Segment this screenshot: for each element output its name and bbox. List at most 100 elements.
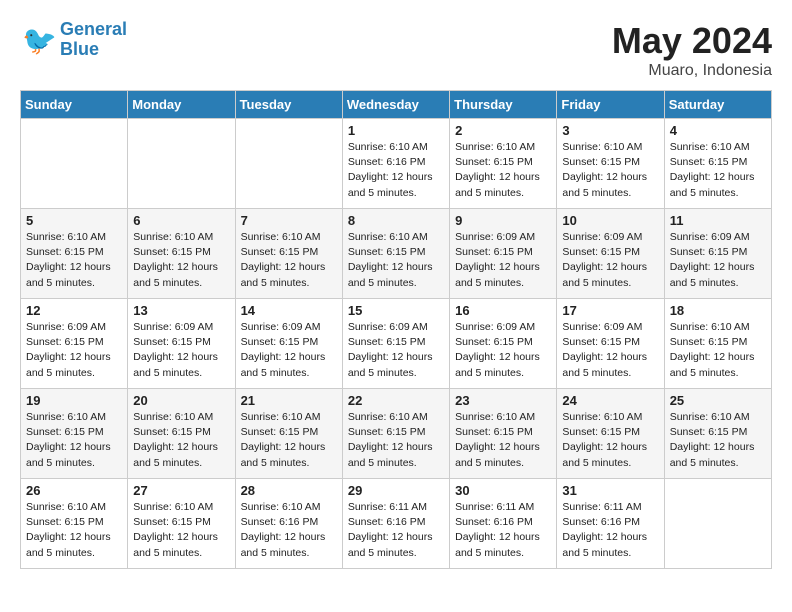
day-info: Sunrise: 6:10 AMSunset: 6:16 PMDaylight:… bbox=[348, 140, 444, 201]
logo-blue: Blue bbox=[60, 39, 99, 59]
day-info: Sunrise: 6:10 AMSunset: 6:15 PMDaylight:… bbox=[133, 230, 229, 291]
day-number: 26 bbox=[26, 483, 122, 498]
day-info: Sunrise: 6:10 AMSunset: 6:15 PMDaylight:… bbox=[670, 320, 766, 381]
day-number: 13 bbox=[133, 303, 229, 318]
calendar-cell bbox=[235, 119, 342, 209]
day-info: Sunrise: 6:11 AMSunset: 6:16 PMDaylight:… bbox=[348, 500, 444, 561]
day-info: Sunrise: 6:09 AMSunset: 6:15 PMDaylight:… bbox=[348, 320, 444, 381]
day-number: 7 bbox=[241, 213, 337, 228]
calendar-cell: 6 Sunrise: 6:10 AMSunset: 6:15 PMDaylight… bbox=[128, 209, 235, 299]
day-number: 1 bbox=[348, 123, 444, 138]
day-info: Sunrise: 6:09 AMSunset: 6:15 PMDaylight:… bbox=[455, 230, 551, 291]
calendar-cell: 22Sunrise: 6:10 AMSunset: 6:15 PMDayligh… bbox=[342, 389, 449, 479]
day-number: 15 bbox=[348, 303, 444, 318]
calendar-cell: 16 Sunrise: 6:09 AMSunset: 6:15 PMDayligh… bbox=[450, 299, 557, 389]
weekday-header-row: SundayMondayTuesdayWednesdayThursdayFrid… bbox=[21, 91, 772, 119]
calendar-week-row: 12 Sunrise: 6:09 AMSunset: 6:15 PMDayligh… bbox=[21, 299, 772, 389]
day-info: Sunrise: 6:10 AMSunset: 6:15 PMDaylight:… bbox=[670, 410, 766, 471]
day-info: Sunrise: 6:10 AMSunset: 6:16 PMDaylight:… bbox=[241, 500, 337, 561]
svg-text:🐦: 🐦 bbox=[22, 25, 56, 56]
day-number: 31 bbox=[562, 483, 658, 498]
day-info: Sunrise: 6:09 AMSunset: 6:15 PMDaylight:… bbox=[562, 320, 658, 381]
weekday-header-saturday: Saturday bbox=[664, 91, 771, 119]
month-title: May 2024 bbox=[612, 20, 772, 62]
day-info: Sunrise: 6:10 AMSunset: 6:15 PMDaylight:… bbox=[133, 410, 229, 471]
day-number: 30 bbox=[455, 483, 551, 498]
logo-text: General Blue bbox=[60, 20, 127, 60]
day-info: Sunrise: 6:10 AMSunset: 6:15 PMDaylight:… bbox=[348, 410, 444, 471]
calendar-cell: 2 Sunrise: 6:10 AMSunset: 6:15 PMDaylight… bbox=[450, 119, 557, 209]
day-number: 21 bbox=[241, 393, 337, 408]
day-info: Sunrise: 6:11 AMSunset: 6:16 PMDaylight:… bbox=[562, 500, 658, 561]
day-number: 12 bbox=[26, 303, 122, 318]
day-info: Sunrise: 6:09 AMSunset: 6:15 PMDaylight:… bbox=[455, 320, 551, 381]
day-number: 2 bbox=[455, 123, 551, 138]
day-info: Sunrise: 6:10 AMSunset: 6:15 PMDaylight:… bbox=[241, 410, 337, 471]
title-area: May 2024 Muaro, Indonesia bbox=[612, 20, 772, 80]
day-info: Sunrise: 6:10 AMSunset: 6:15 PMDaylight:… bbox=[562, 140, 658, 201]
day-number: 3 bbox=[562, 123, 658, 138]
calendar-week-row: 26 Sunrise: 6:10 AMSunset: 6:15 PMDayligh… bbox=[21, 479, 772, 569]
day-number: 11 bbox=[670, 213, 766, 228]
header: 🐦 General Blue May 2024 Muaro, Indonesia bbox=[20, 20, 772, 80]
day-number: 9 bbox=[455, 213, 551, 228]
calendar-week-row: 19 Sunrise: 6:10 AMSunset: 6:15 PMDayligh… bbox=[21, 389, 772, 479]
logo: 🐦 General Blue bbox=[20, 20, 127, 60]
calendar-cell: 25 Sunrise: 6:10 AMSunset: 6:15 PMDayligh… bbox=[664, 389, 771, 479]
day-info: Sunrise: 6:09 AMSunset: 6:15 PMDaylight:… bbox=[26, 320, 122, 381]
day-number: 14 bbox=[241, 303, 337, 318]
day-number: 25 bbox=[670, 393, 766, 408]
day-number: 28 bbox=[241, 483, 337, 498]
day-number: 17 bbox=[562, 303, 658, 318]
day-info: Sunrise: 6:10 AMSunset: 6:15 PMDaylight:… bbox=[455, 140, 551, 201]
weekday-header-sunday: Sunday bbox=[21, 91, 128, 119]
calendar-cell: 7Sunrise: 6:10 AMSunset: 6:15 PMDaylight… bbox=[235, 209, 342, 299]
calendar-cell: 21 Sunrise: 6:10 AMSunset: 6:15 PMDayligh… bbox=[235, 389, 342, 479]
day-info: Sunrise: 6:10 AMSunset: 6:15 PMDaylight:… bbox=[348, 230, 444, 291]
weekday-header-tuesday: Tuesday bbox=[235, 91, 342, 119]
calendar-cell: 24 Sunrise: 6:10 AMSunset: 6:15 PMDayligh… bbox=[557, 389, 664, 479]
day-number: 6 bbox=[133, 213, 229, 228]
day-number: 27 bbox=[133, 483, 229, 498]
calendar-cell: 5 Sunrise: 6:10 AMSunset: 6:15 PMDaylight… bbox=[21, 209, 128, 299]
day-info: Sunrise: 6:10 AMSunset: 6:15 PMDaylight:… bbox=[26, 230, 122, 291]
calendar-cell: 26 Sunrise: 6:10 AMSunset: 6:15 PMDayligh… bbox=[21, 479, 128, 569]
day-number: 16 bbox=[455, 303, 551, 318]
day-number: 5 bbox=[26, 213, 122, 228]
weekday-header-monday: Monday bbox=[128, 91, 235, 119]
calendar-cell: 12 Sunrise: 6:09 AMSunset: 6:15 PMDayligh… bbox=[21, 299, 128, 389]
weekday-header-thursday: Thursday bbox=[450, 91, 557, 119]
calendar-cell: 31 Sunrise: 6:11 AMSunset: 6:16 PMDayligh… bbox=[557, 479, 664, 569]
weekday-header-friday: Friday bbox=[557, 91, 664, 119]
day-number: 18 bbox=[670, 303, 766, 318]
day-number: 4 bbox=[670, 123, 766, 138]
calendar-cell: 18 Sunrise: 6:10 AMSunset: 6:15 PMDayligh… bbox=[664, 299, 771, 389]
logo-general: General bbox=[60, 19, 127, 39]
day-number: 29 bbox=[348, 483, 444, 498]
day-info: Sunrise: 6:10 AMSunset: 6:15 PMDaylight:… bbox=[562, 410, 658, 471]
calendar-cell bbox=[664, 479, 771, 569]
calendar-cell: 23Sunrise: 6:10 AMSunset: 6:15 PMDayligh… bbox=[450, 389, 557, 479]
day-info: Sunrise: 6:09 AMSunset: 6:15 PMDaylight:… bbox=[133, 320, 229, 381]
calendar-cell: 10Sunrise: 6:09 AMSunset: 6:15 PMDayligh… bbox=[557, 209, 664, 299]
calendar-cell: 29 Sunrise: 6:11 AMSunset: 6:16 PMDayligh… bbox=[342, 479, 449, 569]
calendar-cell: 3 Sunrise: 6:10 AMSunset: 6:15 PMDaylight… bbox=[557, 119, 664, 209]
weekday-header-wednesday: Wednesday bbox=[342, 91, 449, 119]
day-number: 24 bbox=[562, 393, 658, 408]
calendar-cell: 13 Sunrise: 6:09 AMSunset: 6:15 PMDayligh… bbox=[128, 299, 235, 389]
day-info: Sunrise: 6:09 AMSunset: 6:15 PMDaylight:… bbox=[241, 320, 337, 381]
calendar-cell: 4Sunrise: 6:10 AMSunset: 6:15 PMDaylight… bbox=[664, 119, 771, 209]
day-info: Sunrise: 6:11 AMSunset: 6:16 PMDaylight:… bbox=[455, 500, 551, 561]
calendar-cell: 11 Sunrise: 6:09 AMSunset: 6:15 PMDayligh… bbox=[664, 209, 771, 299]
day-number: 19 bbox=[26, 393, 122, 408]
calendar-cell: 27Sunrise: 6:10 AMSunset: 6:15 PMDayligh… bbox=[128, 479, 235, 569]
calendar-table: SundayMondayTuesdayWednesdayThursdayFrid… bbox=[20, 90, 772, 569]
calendar-cell: 15 Sunrise: 6:09 AMSunset: 6:15 PMDayligh… bbox=[342, 299, 449, 389]
calendar-week-row: 5 Sunrise: 6:10 AMSunset: 6:15 PMDaylight… bbox=[21, 209, 772, 299]
day-info: Sunrise: 6:09 AMSunset: 6:15 PMDaylight:… bbox=[670, 230, 766, 291]
day-info: Sunrise: 6:10 AMSunset: 6:15 PMDaylight:… bbox=[26, 500, 122, 561]
day-number: 10 bbox=[562, 213, 658, 228]
calendar-cell bbox=[128, 119, 235, 209]
day-info: Sunrise: 6:10 AMSunset: 6:15 PMDaylight:… bbox=[455, 410, 551, 471]
location-subtitle: Muaro, Indonesia bbox=[612, 62, 772, 80]
